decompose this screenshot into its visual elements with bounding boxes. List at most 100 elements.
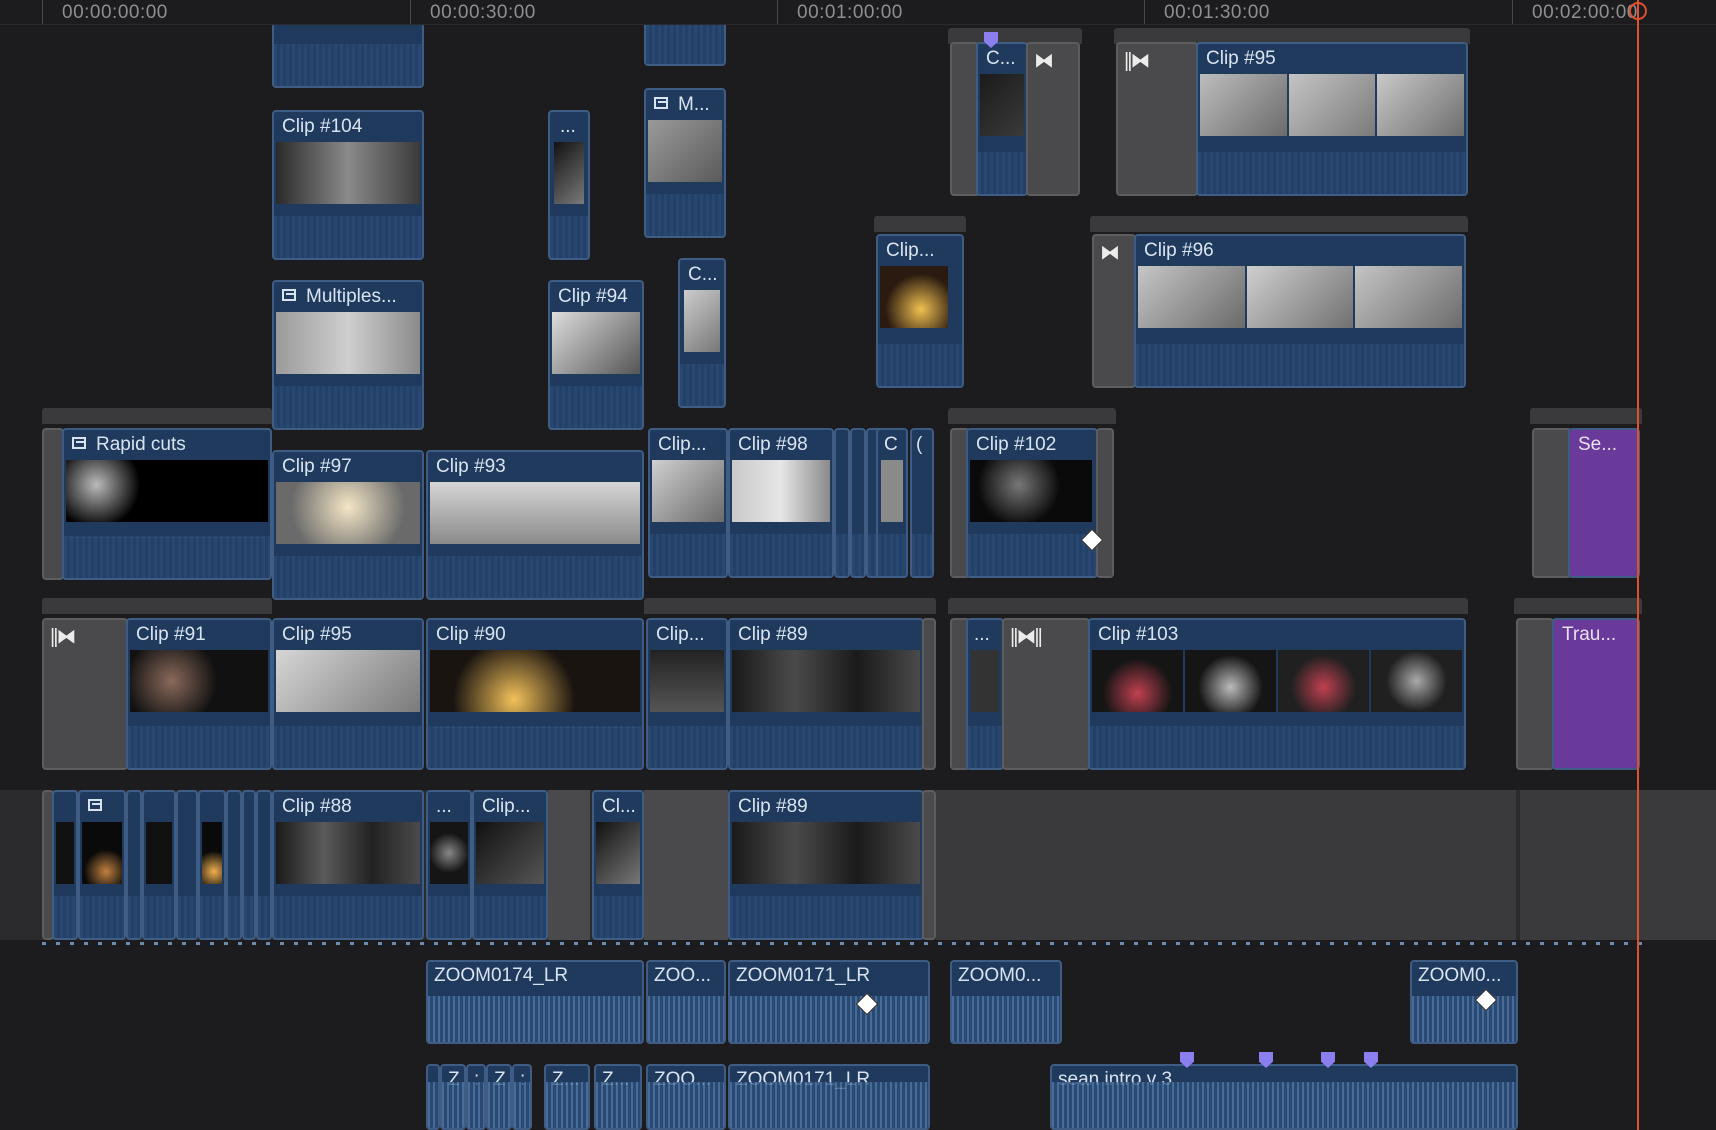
generator-se[interactable]: Se...: [1568, 428, 1640, 578]
clip-short-2[interactable]: Clip...: [648, 428, 728, 578]
audio-clip[interactable]: ZOO...: [646, 1064, 726, 1130]
connection-bar: [948, 598, 1468, 614]
clip-thumbnail: [732, 822, 920, 884]
gap-clip[interactable]: [644, 790, 728, 940]
timecode-ruler[interactable]: 00:00:00:00 00:00:30:00 00:01:00:00 00:0…: [0, 0, 1716, 25]
clip-paren[interactable]: (: [910, 428, 934, 578]
clip-thumbnail: [880, 266, 948, 328]
transition[interactable]: [922, 790, 936, 940]
clip-96[interactable]: Clip #96: [1134, 234, 1466, 388]
audio-clip[interactable]: :: [512, 1064, 532, 1130]
audio-clip[interactable]: Z...: [544, 1064, 590, 1130]
transition[interactable]: [1096, 428, 1114, 578]
transition[interactable]: ⧓: [1026, 42, 1080, 196]
clip-c[interactable]: C: [876, 428, 908, 578]
transition[interactable]: [42, 428, 64, 580]
clip-89-storyline[interactable]: Clip #89: [728, 790, 924, 940]
clip-95-top[interactable]: Clip #95: [1196, 42, 1468, 196]
audio-clip[interactable]: ZOOM0...: [1410, 960, 1518, 1044]
audio-clip[interactable]: ZOO...: [646, 960, 726, 1044]
clip-label: C: [884, 434, 898, 455]
clip-102[interactable]: Clip #102: [966, 428, 1098, 578]
transition[interactable]: [922, 618, 936, 770]
clip-ellipsis[interactable]: ...: [548, 110, 590, 260]
audio-clip-label: ZOO...: [654, 965, 711, 986]
transition[interactable]: ⧓: [1092, 234, 1136, 388]
audio-clip[interactable]: Z: [486, 1064, 512, 1130]
clip-104[interactable]: Clip #104: [272, 110, 424, 260]
audio-clip[interactable]: ZOOM0171_LR: [728, 1064, 930, 1130]
playhead[interactable]: [1637, 0, 1639, 1130]
audio-clip[interactable]: ZOOM0...: [950, 960, 1062, 1044]
gap-clip[interactable]: [548, 790, 590, 940]
audio-waveform: [646, 22, 724, 64]
gap-clip[interactable]: [1520, 790, 1716, 940]
clip-label: (: [916, 434, 923, 455]
transition[interactable]: ||⧓: [1116, 42, 1198, 196]
clip-sliver[interactable]: [52, 790, 78, 940]
compound-clip-icon: [654, 97, 670, 111]
clip-89[interactable]: Clip #89: [728, 618, 924, 770]
clip-95[interactable]: Clip #95: [272, 618, 424, 770]
clip-label: C...: [986, 48, 1016, 69]
clip-top-partial[interactable]: [272, 20, 424, 88]
audio-waveform: [488, 1082, 510, 1128]
timeline[interactable]: 00:00:00:00 00:00:30:00 00:01:00:00 00:0…: [0, 0, 1716, 1130]
clip-dots-2[interactable]: ...: [426, 790, 472, 940]
clip-c-short[interactable]: C...: [976, 42, 1028, 196]
clip-rapid-cuts[interactable]: Rapid cuts: [62, 428, 272, 580]
audio-waveform: [836, 534, 848, 576]
audio-waveform: [428, 896, 470, 938]
transition[interactable]: ||⧓||: [1002, 618, 1090, 770]
clip-103[interactable]: Clip #103: [1088, 618, 1466, 770]
audio-waveform: [274, 726, 422, 768]
audio-waveform: [648, 996, 724, 1042]
clip-label: Clip #102: [976, 434, 1057, 455]
clip-94[interactable]: Clip #94: [548, 280, 644, 430]
clip-multiples[interactable]: Multiples...: [272, 280, 424, 430]
clip-compound-small[interactable]: [78, 790, 126, 940]
audio-clip[interactable]: :: [466, 1064, 486, 1130]
audio-clip[interactable]: ZOOM0171_LR: [728, 960, 930, 1044]
clip-dots[interactable]: ...: [966, 618, 1004, 770]
audio-waveform: [680, 364, 724, 406]
clip-90[interactable]: Clip #90: [426, 618, 644, 770]
clip-thumbnail: [276, 482, 420, 544]
clip-sliver[interactable]: [850, 428, 866, 578]
audio-clip[interactable]: Z...: [594, 1064, 642, 1130]
clip-sliver[interactable]: [176, 790, 198, 940]
clip-sliver[interactable]: [126, 790, 142, 940]
clip-thumbnail: [276, 822, 420, 884]
audio-clip[interactable]: ZOOM0174_LR: [426, 960, 644, 1044]
clip-short-3[interactable]: Clip...: [646, 618, 728, 770]
clip-sliver[interactable]: [256, 790, 272, 940]
audio-clip-sean-intro[interactable]: sean intro v 3: [1050, 1064, 1518, 1130]
clip-88[interactable]: Clip #88: [272, 790, 424, 940]
clip-c-short-2[interactable]: C...: [678, 258, 726, 408]
gap-clip[interactable]: [936, 790, 1516, 940]
clip-91[interactable]: Clip #91: [126, 618, 272, 770]
clip-top-partial[interactable]: [644, 20, 726, 66]
clip-m[interactable]: M...: [644, 88, 726, 238]
transition[interactable]: ||⧓: [42, 618, 128, 770]
clip-short-4[interactable]: Clip...: [472, 790, 548, 940]
clip-thumbnail: [971, 650, 999, 712]
playhead-handle[interactable]: [1629, 2, 1647, 20]
clip-sliver[interactable]: [226, 790, 242, 940]
clip-98[interactable]: Clip #98: [728, 428, 834, 578]
clip-short[interactable]: Clip...: [876, 234, 964, 388]
audio-clip[interactable]: Z: [440, 1064, 466, 1130]
clip-sliver[interactable]: [198, 790, 226, 940]
clip-thumbnail: [970, 460, 1092, 522]
clip-sliver[interactable]: [242, 790, 256, 940]
clip-97[interactable]: Clip #97: [272, 450, 424, 600]
compound-clip-icon: [72, 437, 88, 451]
audio-clip[interactable]: [426, 1064, 440, 1130]
generator-trau[interactable]: Trau...: [1552, 618, 1640, 770]
clip-sliver[interactable]: [834, 428, 850, 578]
clip-sliver[interactable]: [142, 790, 176, 940]
transition[interactable]: [1516, 618, 1554, 770]
clip-93[interactable]: Clip #93: [426, 450, 644, 600]
clip-cl[interactable]: Cl...: [592, 790, 644, 940]
transition[interactable]: [1532, 428, 1572, 578]
